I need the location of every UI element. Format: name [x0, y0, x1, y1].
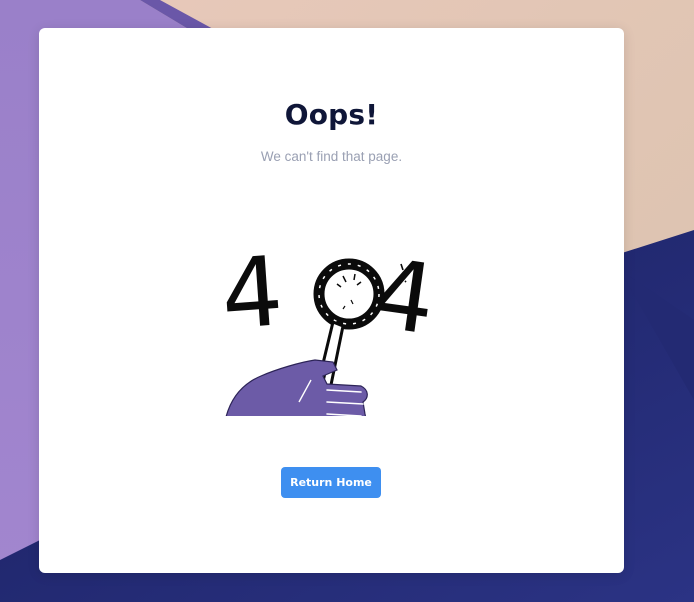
magnifier-404-icon: 4 4	[215, 226, 445, 416]
page-title: Oops!	[284, 98, 379, 131]
error-card: Oops! We can't find that page. 4 4 Retur…	[39, 28, 624, 573]
return-home-button[interactable]: Return Home	[281, 467, 381, 498]
error-code-digit-left: 4	[218, 235, 287, 351]
page-subtitle: We can't find that page.	[260, 149, 403, 164]
